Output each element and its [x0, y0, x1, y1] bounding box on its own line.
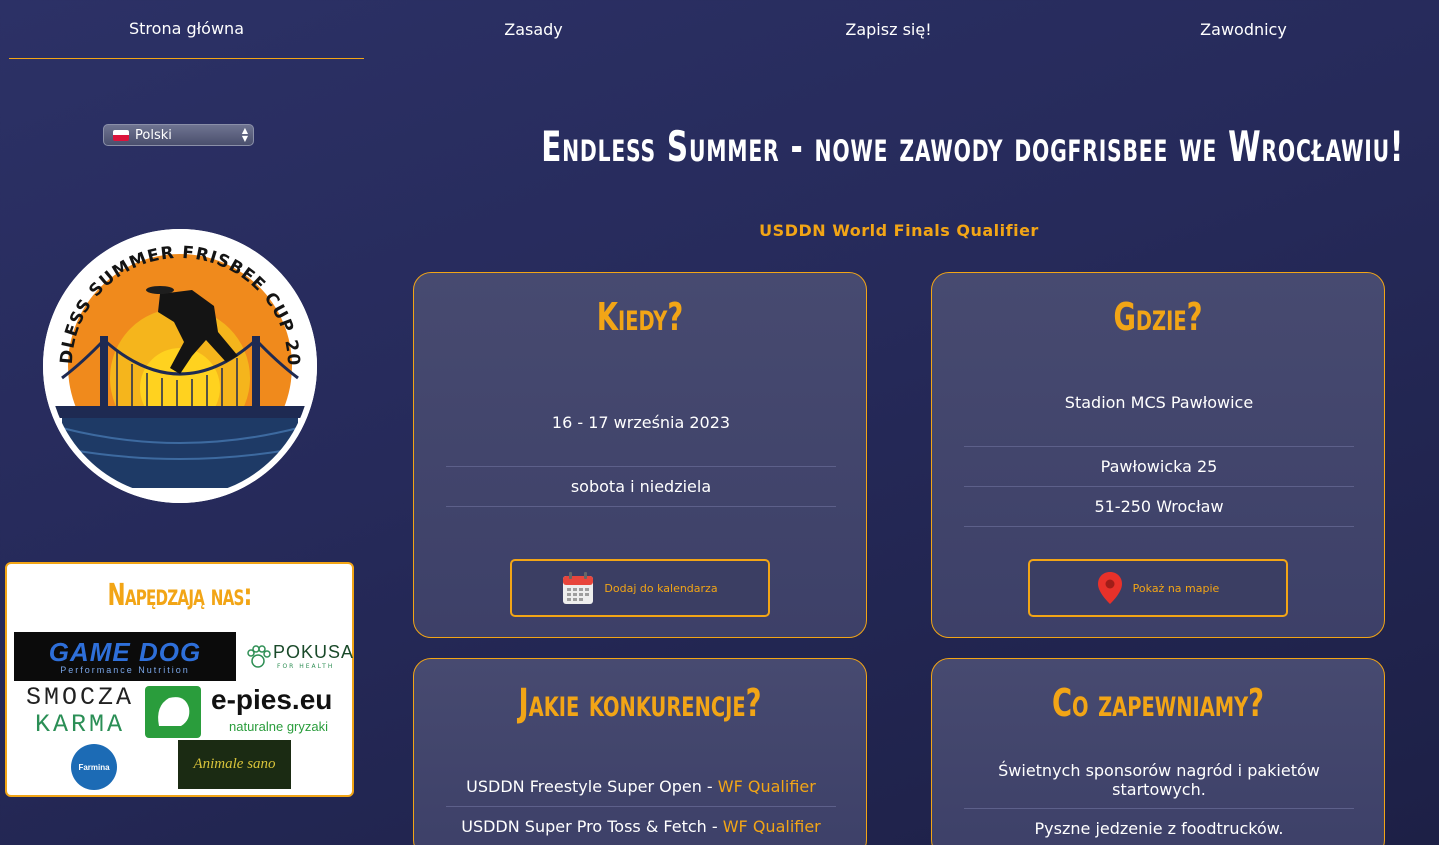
sponsor-gamedog-name: GAME DOG: [48, 636, 202, 667]
event-days: sobota i niedziela: [446, 477, 836, 507]
sponsors-title: Napędzają nas:: [107, 578, 253, 613]
show-on-map-button[interactable]: Pokaż na mapie: [1028, 559, 1288, 617]
sponsor-smocza-line2: KARMA: [34, 710, 125, 739]
nav-home[interactable]: Strona główna: [9, 0, 364, 59]
nav-home-label: Strona główna: [129, 18, 244, 38]
sponsor-gamedog[interactable]: GAME DOG Performance Nutrition: [14, 632, 236, 681]
pl-flag-icon: [113, 129, 129, 141]
add-to-calendar-button[interactable]: Dodaj do kalendarza: [510, 559, 770, 617]
main-nav: Strona główna Zasady Zapisz się! Zawodni…: [0, 0, 1439, 60]
sponsor-smocza-karma[interactable]: SMOCZA KARMA: [25, 684, 135, 738]
calendar-icon: [563, 572, 594, 604]
competition-item: USDDN Freestyle Super Open - WF Qualifie…: [446, 777, 836, 807]
sponsor-pokusa-tagline: FOR HEALTH: [277, 663, 335, 670]
event-logo: ENDLESS SUMMER FRISBEE CUP 2023: [42, 228, 317, 503]
card-where: Gdzie? Stadion MCS Pawłowice Pawłowicka …: [931, 272, 1385, 638]
sponsor-epies[interactable]: e-pies.eu naturalne gryzaki: [145, 684, 345, 738]
card-competitions: Jakie konkurencje? USDDN Freestyle Super…: [413, 658, 867, 845]
provide-item: Świetnych sponsorów nagród i pakietów st…: [964, 761, 1354, 809]
qualifier-tag: WF Qualifier: [717, 777, 816, 796]
show-on-map-label: Pokaż na mapie: [1132, 581, 1220, 595]
sponsor-epies-tagline: naturalne gryzaki: [229, 719, 328, 734]
map-pin-icon: [1097, 572, 1122, 604]
card-we-provide: Co zapewniamy? Świetnych sponsorów nagró…: [931, 658, 1385, 845]
page-subtitle: USDDN World Finals Qualifier: [759, 221, 1039, 240]
sponsor-animale-name: Animale sano: [193, 756, 276, 772]
sponsor-pokusa[interactable]: POKUSA FOR HEALTH: [243, 642, 355, 672]
venue-city: 51-250 Wrocław: [964, 497, 1354, 527]
sponsor-gamedog-tagline: Performance Nutrition: [60, 664, 190, 675]
page-title: Endless Summer - nowe zawody dogfrisbee …: [541, 122, 1405, 171]
sponsor-animale-sano[interactable]: Animale sano: [178, 740, 291, 789]
sponsor-smocza-line1: SMOCZA: [25, 683, 134, 712]
paw-icon: [247, 645, 271, 668]
add-to-calendar-label: Dodaj do kalendarza: [604, 581, 718, 595]
language-selected-label: Polski: [135, 127, 172, 143]
card-we-provide-title: Co zapewniamy?: [1051, 681, 1265, 725]
sponsors-box: Napędzają nas: GAME DOG Performance Nutr…: [5, 562, 354, 797]
language-select[interactable]: Polski ▲ ▼: [103, 124, 254, 146]
divider: [446, 466, 836, 467]
select-arrows-icon: ▲ ▼: [241, 126, 248, 143]
competition-name: USDDN Super Pro Toss & Fetch -: [461, 817, 723, 836]
venue-street: Pawłowicka 25: [964, 457, 1354, 487]
competition-name: USDDN Freestyle Super Open -: [466, 777, 718, 796]
card-where-title: Gdzie?: [1113, 295, 1203, 339]
nav-rules-label: Zasady: [504, 19, 563, 39]
qualifier-tag: WF Qualifier: [722, 817, 821, 836]
venue-name: Stadion MCS Pawłowice: [964, 393, 1354, 447]
sponsor-pokusa-name: POKUSA: [273, 642, 355, 662]
card-competitions-title: Jakie konkurencje?: [518, 681, 762, 725]
nav-competitors[interactable]: Zawodnicy: [1066, 0, 1421, 60]
event-date: 16 - 17 września 2023: [551, 413, 731, 432]
sponsor-epies-name: e-pies.eu: [211, 684, 333, 715]
sponsor-farmina-name: Farmina: [78, 762, 110, 772]
nav-signup-label: Zapisz się!: [845, 19, 932, 39]
nav-competitors-label: Zawodnicy: [1200, 19, 1287, 39]
card-when-title: Kiedy?: [596, 295, 684, 339]
sponsor-farmina[interactable]: Farmina: [71, 744, 117, 790]
nav-rules[interactable]: Zasady: [356, 0, 711, 60]
competition-item: USDDN Super Pro Toss & Fetch - WF Qualif…: [446, 817, 836, 845]
card-when: Kiedy? 16 - 17 września 2023 sobota i ni…: [413, 272, 867, 638]
provide-item: Pyszne jedzenie z foodtrucków.: [1034, 819, 1284, 838]
dog-head-icon: [145, 686, 201, 738]
nav-signup[interactable]: Zapisz się!: [711, 0, 1066, 60]
